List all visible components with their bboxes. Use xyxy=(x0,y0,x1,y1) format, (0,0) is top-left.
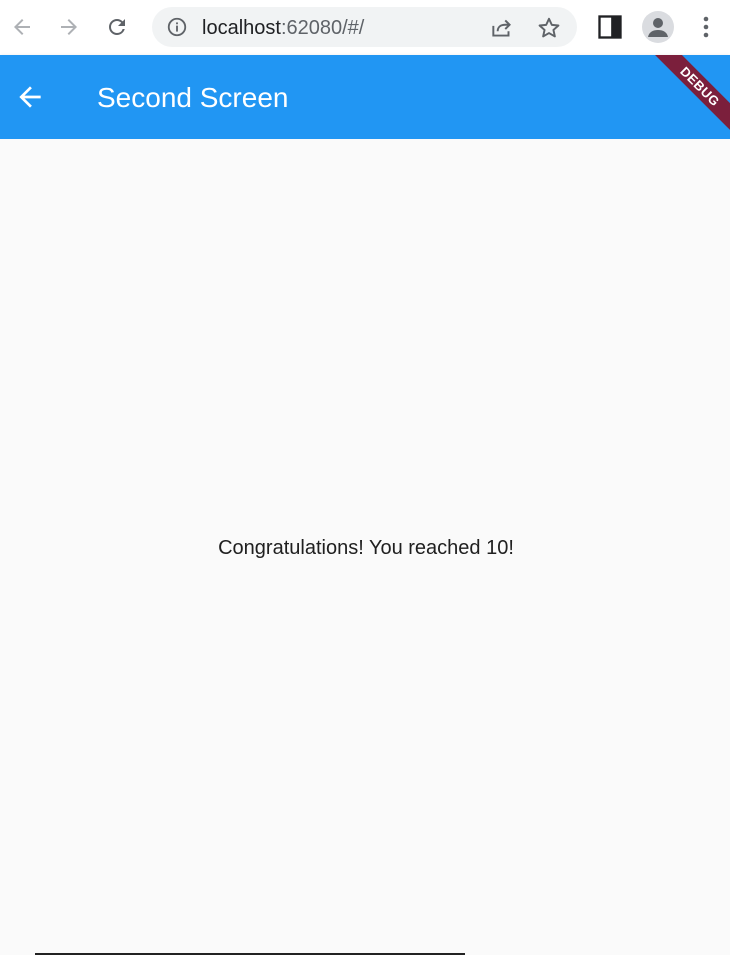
more-vert-icon[interactable] xyxy=(696,13,716,41)
browser-back-button[interactable] xyxy=(5,10,39,44)
url-path: :62080/#/ xyxy=(280,17,365,39)
star-icon[interactable] xyxy=(536,15,562,41)
url-host: localhost xyxy=(202,17,281,39)
side-panel-icon[interactable] xyxy=(596,13,624,41)
back-arrow-icon xyxy=(14,19,30,35)
forward-arrow-icon xyxy=(61,19,77,35)
browser-toolbar: localhost:62080/#/ xyxy=(0,0,730,55)
page-title: Second Screen xyxy=(97,82,289,113)
debug-banner: DEBUG xyxy=(650,55,730,135)
url-text[interactable]: localhost:62080/#/ xyxy=(202,17,364,39)
browser-forward-button[interactable] xyxy=(52,10,86,44)
debug-label: DEBUG xyxy=(650,55,730,135)
main-content: Congratulations! You reached 10! xyxy=(0,139,730,955)
congratulations-message: Congratulations! You reached 10! xyxy=(218,537,514,559)
info-icon[interactable] xyxy=(166,16,188,38)
share-icon[interactable] xyxy=(489,15,515,41)
browser-reload-button[interactable] xyxy=(100,10,134,44)
reload-icon xyxy=(109,19,125,35)
address-bar[interactable]: localhost:62080/#/ xyxy=(152,7,577,47)
back-arrow-icon[interactable] xyxy=(14,81,46,113)
profile-button[interactable] xyxy=(642,11,674,43)
profile-icon xyxy=(648,18,668,37)
app-bar: Second Screen DEBUG xyxy=(0,55,730,139)
